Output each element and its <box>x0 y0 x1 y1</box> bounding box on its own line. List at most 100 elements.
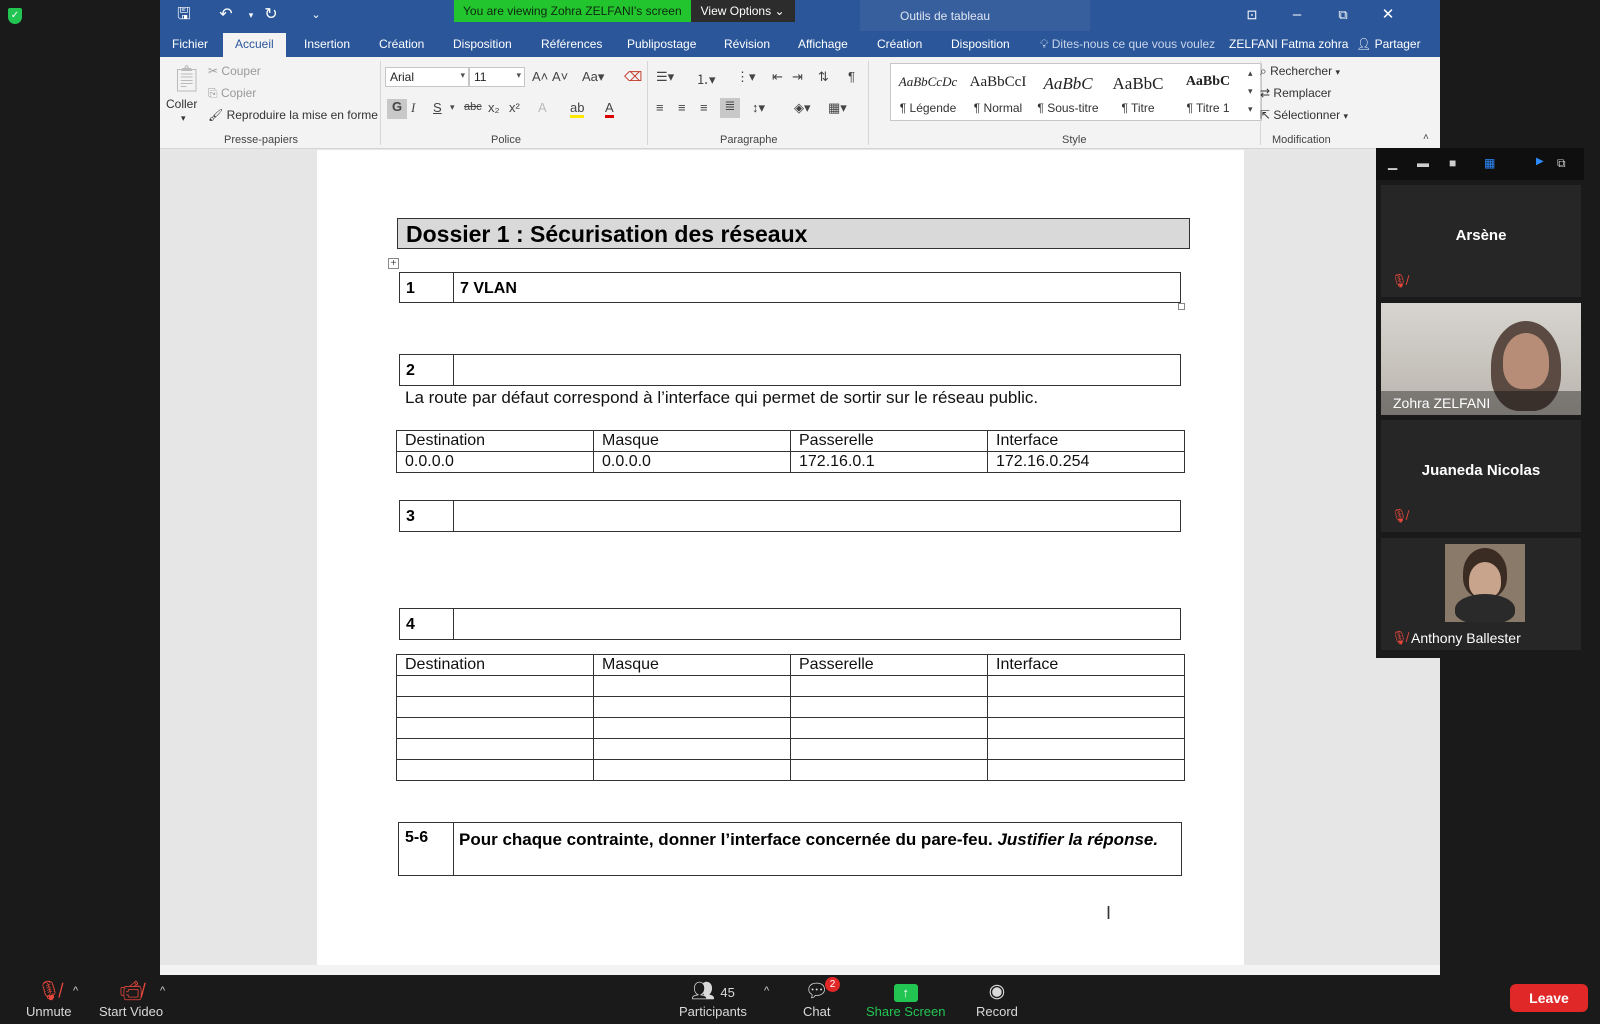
participants-options-icon[interactable]: ^ <box>764 985 769 997</box>
audio-options-icon[interactable]: ^ <box>73 985 78 997</box>
multilevel-list-icon[interactable]: ⋮▾ <box>736 69 756 85</box>
tab-affichage[interactable]: Affichage <box>798 37 848 51</box>
tab-table-disposition[interactable]: Disposition <box>951 37 1010 51</box>
tell-me-search[interactable]: 💡︎ Dites-nous ce que vous voulez <box>1040 37 1215 52</box>
styles-scroll-down-icon[interactable]: ▾ <box>1248 86 1253 97</box>
copy-button[interactable]: ⎘ Copier <box>208 86 256 101</box>
style-normal-sample[interactable]: AaBbCcI <box>963 74 1033 91</box>
align-center-icon[interactable]: ≡ <box>678 100 686 115</box>
table-cell[interactable] <box>396 675 594 697</box>
tab-revision[interactable]: Révision <box>724 37 770 51</box>
underline-icon[interactable]: S <box>433 100 442 115</box>
cut-button[interactable]: ✂ Couper <box>208 64 261 78</box>
user-account-name[interactable]: ZELFANI Fatma zohra <box>1229 37 1348 51</box>
font-size-select[interactable]: 11 ▾ <box>469 67 525 87</box>
customize-quick-access-icon[interactable]: ⌄ <box>304 4 328 26</box>
close-icon[interactable]: ✕ <box>1373 4 1403 26</box>
tab-references[interactable]: Références <box>541 37 602 51</box>
redo-icon[interactable]: ↻ <box>259 4 283 26</box>
table-cell[interactable] <box>593 717 791 739</box>
save-icon[interactable]: 🖫 <box>172 4 196 26</box>
unmute-button[interactable]: 🎙︎̸ Unmute <box>26 980 72 1019</box>
subscript-icon[interactable]: x₂ <box>488 100 500 115</box>
table-cell[interactable] <box>396 696 594 718</box>
share-screen-button[interactable]: ↑ Share Screen <box>866 980 946 1019</box>
participant-tile[interactable]: Juaneda Nicolas 🎙︎̸ <box>1381 420 1581 532</box>
tab-fichier[interactable]: Fichier <box>172 37 208 51</box>
format-painter-button[interactable]: 🖌︎ Reproduire la mise en forme <box>208 108 378 122</box>
ribbon-display-options-icon[interactable]: ⊡ <box>1237 4 1267 26</box>
underline-dropdown-icon[interactable]: ▾ <box>450 102 455 113</box>
shading-icon[interactable]: ◈▾ <box>794 100 811 116</box>
table-cell[interactable] <box>790 759 988 781</box>
bullets-icon[interactable]: ☰▾ <box>656 69 674 85</box>
table-cell[interactable] <box>790 738 988 760</box>
align-left-icon[interactable]: ≡ <box>656 100 664 115</box>
select-button[interactable]: ⇱ Sélectionner ▾ <box>1260 108 1348 122</box>
grow-font-icon[interactable]: A˄ <box>532 69 548 84</box>
align-right-icon[interactable]: ≡ <box>700 100 708 115</box>
font-color-icon[interactable]: A <box>605 100 614 118</box>
participant-tile[interactable]: 🎙︎̸ Anthony Ballester <box>1381 538 1581 650</box>
minimize-panel-icon[interactable]: ▁ <box>1388 156 1397 170</box>
style-legende[interactable]: ¶ Légende <box>893 101 963 115</box>
style-titre-sample[interactable]: AaBbC <box>1103 74 1173 94</box>
minimize-icon[interactable]: – <box>1282 4 1312 26</box>
styles-more-icon[interactable]: ▾ <box>1248 104 1253 115</box>
clear-formatting-icon[interactable]: ⌫ <box>624 69 642 85</box>
table-cell[interactable] <box>593 696 791 718</box>
table-cell[interactable] <box>396 759 594 781</box>
font-name-select[interactable]: Arial ▾ <box>385 67 469 87</box>
sort-icon[interactable]: ⇅ <box>818 69 829 85</box>
participants-button[interactable]: 👥︎ 45 Participants <box>679 980 747 1019</box>
text-effects-icon[interactable]: A <box>538 100 547 115</box>
tab-accueil[interactable]: Accueil <box>223 33 286 57</box>
table-cell[interactable] <box>987 696 1185 718</box>
gallery-view-icon[interactable]: ▦ <box>1484 156 1495 170</box>
table-cell[interactable] <box>987 717 1185 739</box>
table-cell[interactable] <box>790 675 988 697</box>
style-sous-titre-sample[interactable]: AaBbC <box>1033 74 1103 94</box>
view-medium-icon[interactable]: ■ <box>1449 156 1456 170</box>
line-spacing-icon[interactable]: ↕▾ <box>752 100 765 116</box>
styles-scroll-up-icon[interactable]: ▴ <box>1248 68 1253 79</box>
record-button[interactable]: ◉ Record <box>976 980 1018 1019</box>
table-resize-handle[interactable] <box>1178 303 1185 310</box>
replace-button[interactable]: ⇄ Remplacer <box>1260 86 1331 100</box>
paste-icon[interactable]: 📋︎ <box>170 63 203 99</box>
numbering-icon[interactable]: ⒈▾ <box>696 69 716 88</box>
bold-icon[interactable]: G <box>387 99 407 119</box>
italic-icon[interactable]: I <box>411 100 415 116</box>
next-page-icon[interactable]: ▶ <box>1536 156 1544 167</box>
decrease-indent-icon[interactable]: ⇤ <box>772 69 783 85</box>
paste-dropdown-icon[interactable]: ▾ <box>181 113 186 124</box>
style-normal[interactable]: ¶ Normal <box>963 101 1033 115</box>
tab-table-creation[interactable]: Création <box>877 37 922 51</box>
restore-icon[interactable]: ⧉ <box>1328 4 1358 26</box>
video-options-icon[interactable]: ^ <box>160 985 165 997</box>
table-cell[interactable] <box>593 738 791 760</box>
tab-creation[interactable]: Création <box>379 37 424 51</box>
table-cell[interactable] <box>593 759 791 781</box>
leave-button[interactable]: Leave <box>1510 984 1588 1012</box>
style-titre[interactable]: ¶ Titre <box>1103 101 1173 115</box>
strikethrough-icon[interactable]: abc <box>464 101 482 113</box>
table-cell[interactable] <box>790 696 988 718</box>
find-button[interactable]: ⌕ Rechercher ▾ <box>1260 64 1340 79</box>
style-legende-sample[interactable]: AaBbCcDc <box>893 74 963 90</box>
table-cell[interactable] <box>593 675 791 697</box>
superscript-icon[interactable]: x² <box>509 100 520 115</box>
shrink-font-icon[interactable]: A˅ <box>552 69 568 84</box>
style-titre1-sample[interactable]: AaBbC <box>1173 74 1243 90</box>
paste-label[interactable]: Coller <box>166 97 197 111</box>
tab-publipostage[interactable]: Publipostage <box>627 37 696 51</box>
collapse-ribbon-icon[interactable]: ˄ <box>1423 132 1429 143</box>
style-sous-titre[interactable]: ¶ Sous-titre <box>1033 101 1103 115</box>
share-button[interactable]: 👤︎ Partager <box>1356 37 1421 51</box>
table-move-handle-icon[interactable]: + <box>388 258 399 269</box>
table-cell[interactable] <box>396 738 594 760</box>
pilcrow-icon[interactable]: ¶ <box>848 69 855 84</box>
justify-icon[interactable]: ≣ <box>720 98 740 118</box>
start-video-button[interactable]: 📹︎̸ Start Video <box>99 980 163 1019</box>
increase-indent-icon[interactable]: ⇥ <box>792 69 803 85</box>
